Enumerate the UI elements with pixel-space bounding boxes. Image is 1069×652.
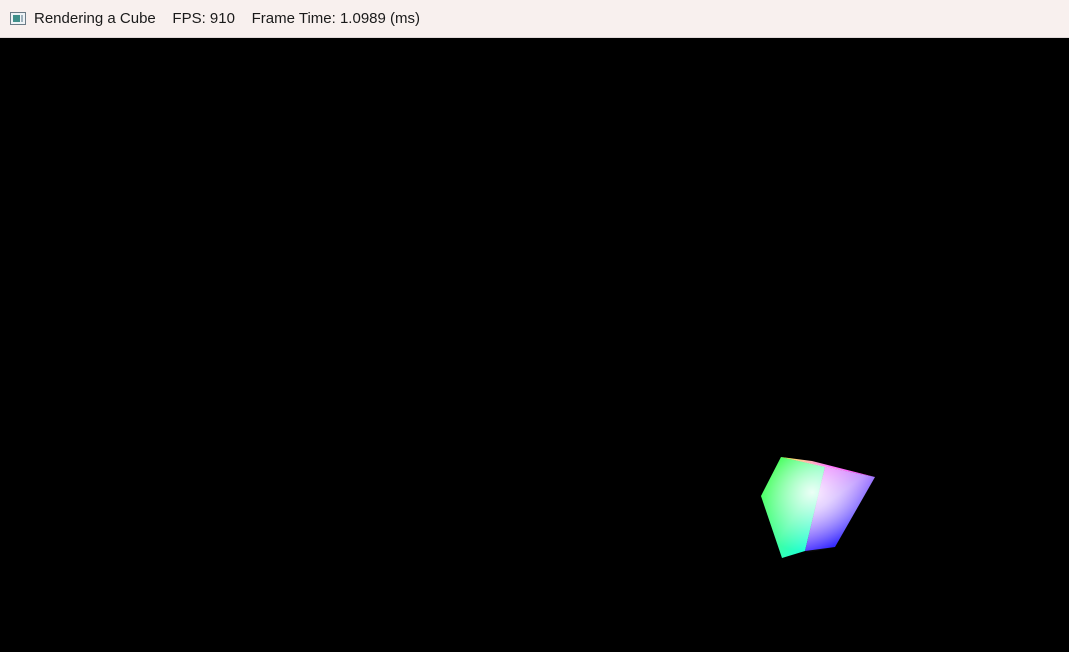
application-window: Rendering a Cube FPS: 910 Frame Time: 1.… <box>0 0 1069 652</box>
title-bar[interactable]: Rendering a Cube FPS: 910 Frame Time: 1.… <box>0 0 1069 38</box>
cube-highlight <box>761 457 875 558</box>
app-window-icon[interactable] <box>10 12 26 25</box>
app-icon-bar <box>21 15 23 22</box>
app-icon-pane <box>13 15 20 22</box>
window-title: Rendering a Cube FPS: 910 Frame Time: 1.… <box>34 10 421 27</box>
rendered-cube <box>761 457 875 558</box>
render-viewport[interactable] <box>0 39 1069 652</box>
